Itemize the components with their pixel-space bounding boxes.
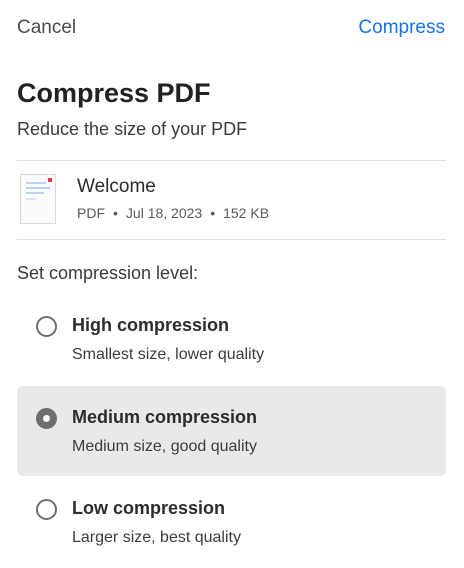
meta-separator: •: [113, 205, 118, 221]
file-type: PDF: [77, 205, 105, 221]
option-title: Medium compression: [72, 407, 258, 427]
divider: [17, 239, 446, 240]
meta-separator: •: [210, 205, 216, 221]
option-description: Smallest size, lower quality: [72, 346, 265, 363]
top-bar: Cancel Compress: [0, 0, 464, 58]
file-row: Welcome PDF • Jul 18, 2023 • 152 KB: [17, 161, 446, 239]
page-subtitle: Reduce the size of your PDF: [17, 119, 248, 139]
page-title: Compress PDF: [17, 78, 211, 108]
file-date: Jul 18, 2023: [125, 205, 203, 221]
cancel-button[interactable]: Cancel: [17, 17, 76, 39]
pdf-thumbnail-icon: [20, 174, 56, 224]
option-low-compression[interactable]: Low compression Larger size, best qualit…: [17, 477, 446, 567]
file-meta: PDF • Jul 18, 2023 • 152 KB: [77, 205, 269, 221]
option-description: Larger size, best quality: [72, 529, 241, 546]
file-name: Welcome: [77, 176, 156, 197]
radio-button[interactable]: [36, 499, 57, 520]
radio-button[interactable]: [36, 316, 57, 337]
option-high-compression[interactable]: High compression Smallest size, lower qu…: [17, 294, 446, 384]
option-medium-compression[interactable]: Medium compression Medium size, good qua…: [17, 386, 446, 476]
option-title: High compression: [72, 315, 230, 335]
compress-button[interactable]: Compress: [358, 17, 445, 39]
radio-button-selected[interactable]: [36, 408, 57, 429]
compression-level-label: Set compression level:: [17, 263, 199, 283]
option-title: Low compression: [72, 498, 226, 518]
option-description: Medium size, good quality: [72, 438, 257, 455]
file-size: 152 KB: [223, 205, 270, 221]
